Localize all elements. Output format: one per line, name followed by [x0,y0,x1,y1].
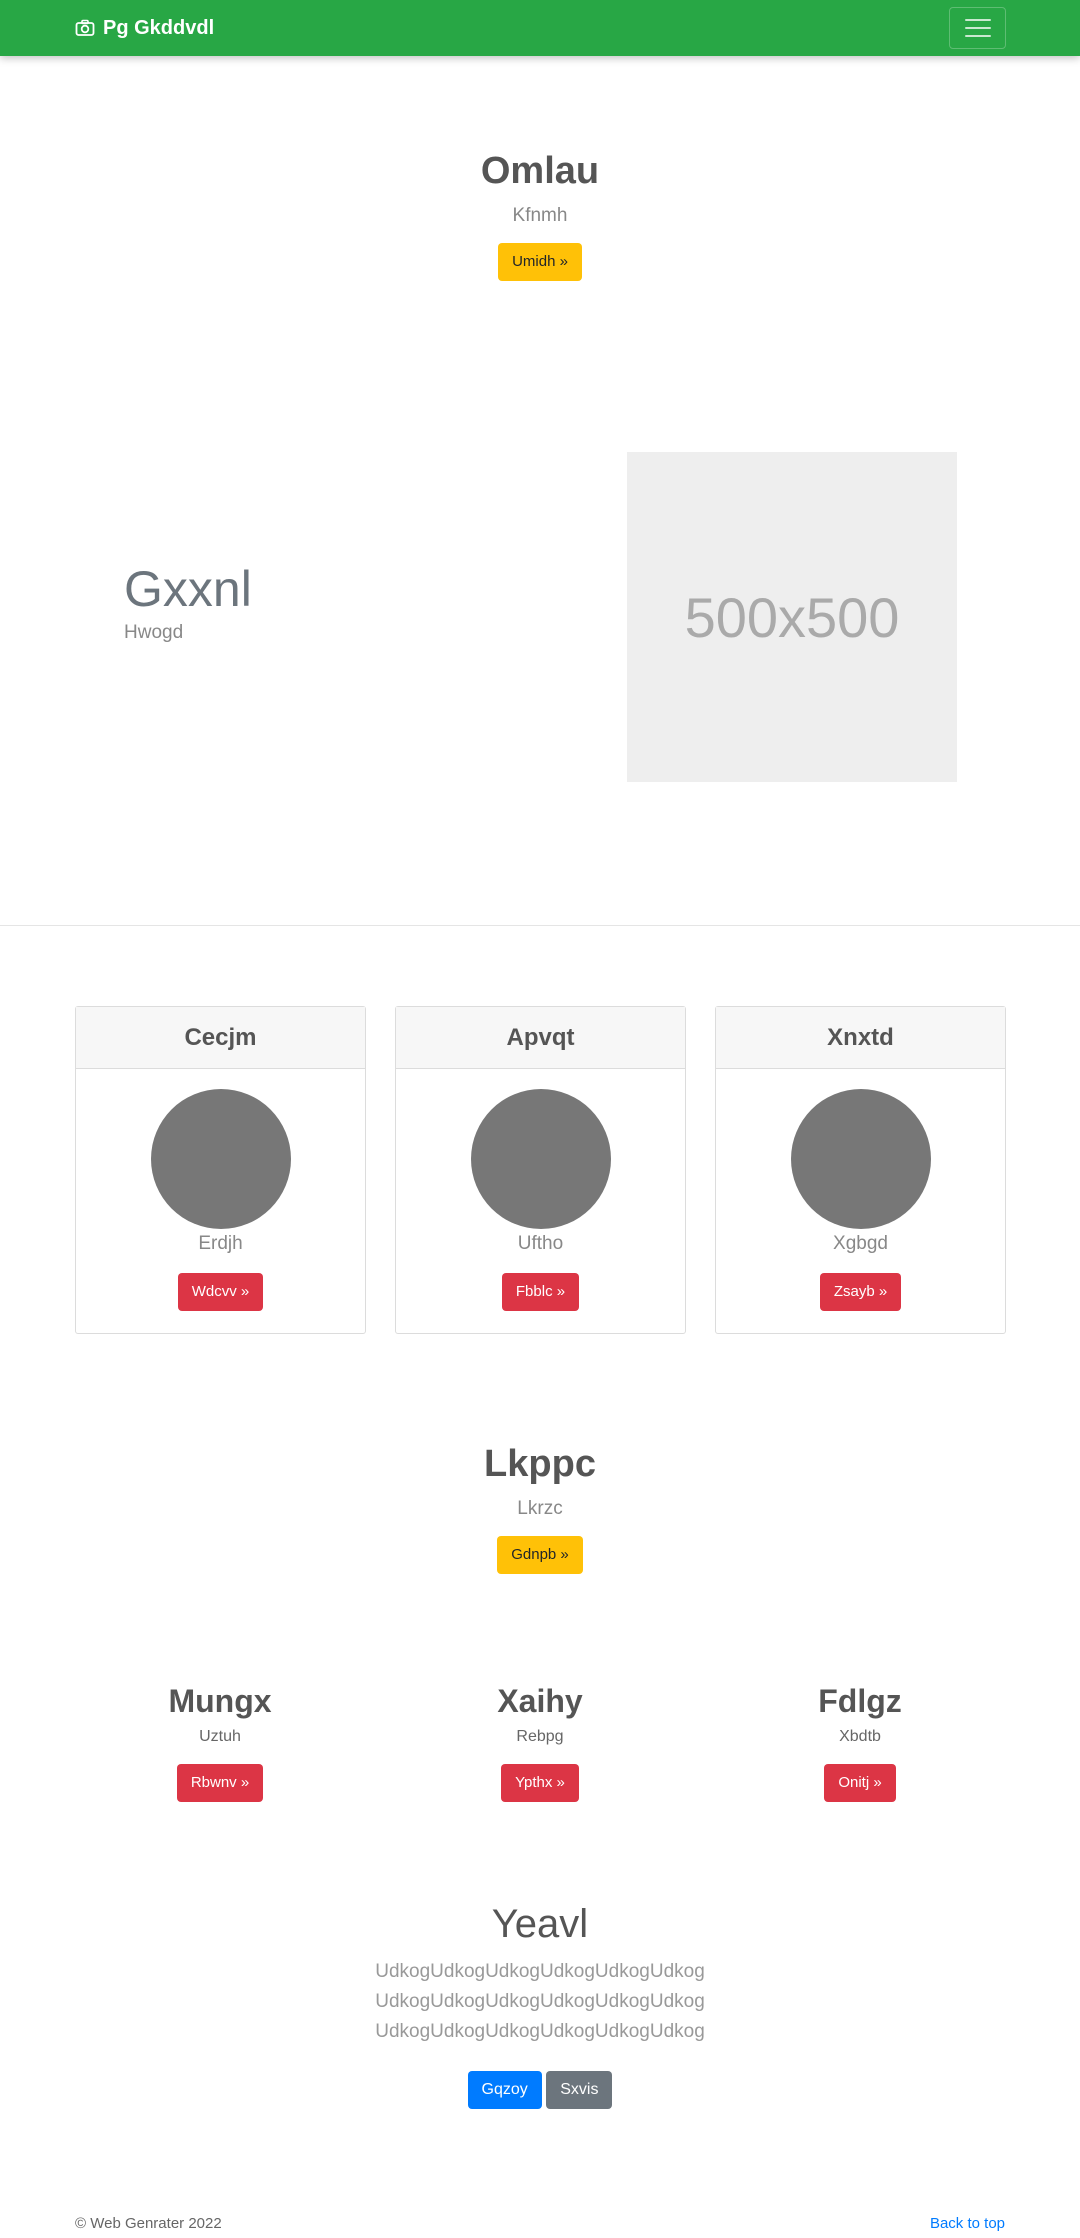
column-button[interactable]: Onitj » [824,1764,896,1802]
primary-button[interactable]: Gqzoy [467,2071,542,2109]
column: Xaihy Rebpg Ypthx » [390,1683,690,1802]
feature-image-placeholder: 500x500 [627,452,957,782]
camera-icon [75,19,95,36]
hero-subtitle: Kfnmh [512,205,568,226]
hamburger-icon [964,35,991,37]
card-button[interactable]: Wdcvv » [177,1273,264,1311]
card-text: Xgbgd [833,1233,888,1254]
feature-title: Gxxnl [124,561,252,617]
card: Cecjm Erdjh Wdcvv » [75,1006,366,1334]
column-title: Xaihy [497,1683,583,1719]
jumbotron-text-line: UdkogUdkogUdkogUdkogUdkogUdkog [375,1991,705,2012]
card-button[interactable]: Fbblc » [501,1273,580,1311]
cta-title: Lkppc [484,1443,596,1485]
card-text: Erdjh [198,1233,243,1254]
cta-button[interactable]: Gdnpb » [497,1536,583,1574]
card-button[interactable]: Zsayb » [819,1273,902,1311]
card-text: Uftho [517,1233,564,1254]
navbar-toggler-button[interactable] [949,7,1006,49]
feature-text: Gxxnl Hwogd [124,560,252,644]
card-avatar [790,1089,931,1229]
hero-button[interactable]: Umidh » [498,243,582,281]
card: Xnxtd Xgbgd Zsayb » [715,1006,1006,1334]
jumbotron-title: Yeavl [491,1902,589,1946]
card: Apvqt Uftho Fbblc » [395,1006,686,1334]
jumbotron-text-line: UdkogUdkogUdkogUdkogUdkogUdkog [375,2021,705,2042]
navbar-brand[interactable]: Pg Gkddvdl [75,0,214,56]
section-divider [0,925,1080,926]
jumbotron-section: Yeavl UdkogUdkogUdkogUdkogUdkogUdkog Udk… [0,1902,1080,2109]
jumbotron-text-line: UdkogUdkogUdkogUdkogUdkogUdkog [375,1961,705,1982]
cta-subtitle: Lkrzc [517,1498,563,1519]
column-text: Uztuh [199,1728,241,1745]
card-header: Apvqt [396,1007,685,1069]
card-avatar [470,1089,611,1229]
column-title: Fdlgz [818,1683,902,1719]
column: Mungx Uztuh Rbwnv » [70,1683,370,1802]
hero-title: Omlau [480,150,600,192]
column-button[interactable]: Ypthx » [501,1764,579,1802]
feature-subtitle: Hwogd [124,622,184,643]
hamburger-icon [964,27,991,29]
column-text: Xbdtb [839,1728,881,1745]
card-header: Cecjm [76,1007,365,1069]
navbar: Pg Gkddvdl [0,0,1080,56]
footer-copyright: © Web Genrater 2022 [75,2215,222,2232]
column-text: Rebpg [516,1728,564,1745]
placeholder-label: 500x500 [684,585,900,649]
column-title: Mungx [168,1683,272,1719]
card-header: Xnxtd [716,1007,1005,1069]
secondary-button[interactable]: Sxvis [546,2071,613,2109]
column: Fdlgz Xbdtb Onitj » [710,1683,1010,1802]
hero-section: Omlau Kfnmh Umidh » [0,150,1080,281]
back-to-top-link[interactable]: Back to top [930,2215,1005,2232]
cta-section: Lkppc Lkrzc Gdnpb » [0,1443,1080,1574]
brand-label: Pg Gkddvdl [103,16,215,39]
card-avatar [150,1089,291,1229]
column-button[interactable]: Rbwnv » [176,1764,264,1802]
hamburger-icon [964,19,991,21]
